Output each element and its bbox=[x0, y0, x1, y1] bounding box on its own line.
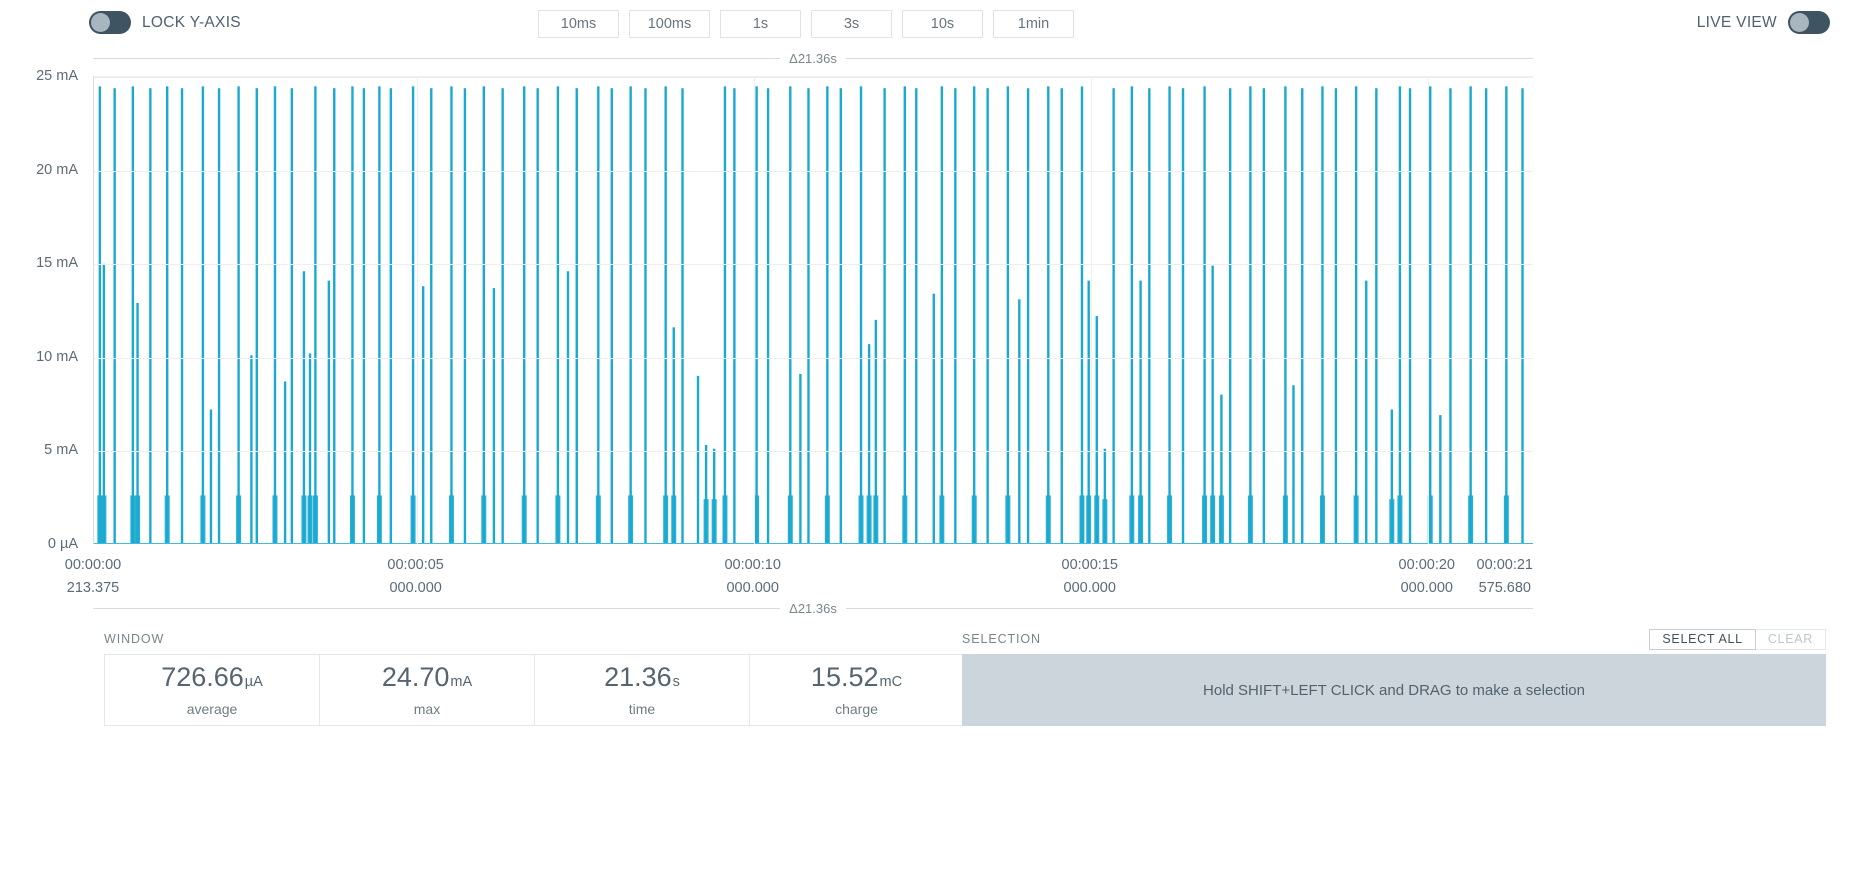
stat-label: max bbox=[413, 700, 441, 717]
current-trace bbox=[97, 86, 1524, 544]
stat-number: 24.70 bbox=[381, 661, 450, 692]
toggle-knob-icon bbox=[91, 13, 110, 32]
x-tick-label: 00:00:05 000.000 bbox=[387, 557, 444, 596]
selection-dropzone[interactable]: Hold SHIFT+LEFT CLICK and DRAG to make a… bbox=[962, 654, 1826, 726]
range-button-1s[interactable]: 1s bbox=[720, 10, 801, 38]
x-gridline bbox=[753, 77, 755, 544]
stat-card-average: 726.66 µA average bbox=[104, 654, 319, 726]
stat-value: 21.36 s bbox=[604, 661, 680, 692]
time-range-button-group: 10ms 100ms 1s 3s 10s 1min bbox=[538, 10, 1074, 38]
stat-card-charge: 15.52 mC charge bbox=[749, 654, 964, 726]
bottom-panels: WINDOW 726.66 µA average 24.70 mA max 21.36 s ti… bbox=[0, 620, 1849, 870]
x-tick-label: 00:00:10 000.000 bbox=[724, 557, 781, 596]
stat-unit: mC bbox=[879, 673, 903, 690]
x-gridline bbox=[1090, 77, 1092, 544]
range-button-10s[interactable]: 10s bbox=[902, 10, 983, 38]
window-title: WINDOW bbox=[104, 632, 165, 646]
y-gridline bbox=[94, 170, 1533, 172]
stat-value: 15.52 mC bbox=[810, 661, 903, 692]
window-header: WINDOW bbox=[104, 628, 966, 650]
selection-title: SELECTION bbox=[962, 632, 1041, 646]
x-tick-label: 00:00:15 000.000 bbox=[1061, 557, 1118, 596]
delta-indicator-top: Δ21.36s bbox=[93, 49, 1533, 67]
lock-y-axis-toggle[interactable] bbox=[89, 11, 131, 34]
delta-bottom-value: Δ21.36s bbox=[789, 600, 837, 616]
x-tick-label: 00:00:00 213.375 bbox=[64, 557, 122, 596]
selection-panel: SELECTION SELECT ALL CLEAR Hold SHIFT+LE… bbox=[962, 628, 1826, 726]
live-view-toggle[interactable] bbox=[1788, 11, 1830, 34]
window-panel: WINDOW 726.66 µA average 24.70 mA max 21.36 s ti… bbox=[104, 628, 966, 726]
stat-number: 726.66 bbox=[161, 661, 244, 692]
stat-value: 726.66 µA bbox=[161, 661, 263, 692]
clear-selection-button: CLEAR bbox=[1755, 628, 1826, 650]
x-tick-label: 00:00:20 000.000 bbox=[1398, 557, 1456, 596]
stat-label: time bbox=[628, 700, 656, 717]
y-tick-label: 20 mA bbox=[36, 161, 78, 178]
stat-number: 21.36 bbox=[604, 661, 672, 692]
x-gridline bbox=[416, 77, 418, 544]
selection-actions: SELECT ALL CLEAR bbox=[1649, 628, 1826, 650]
range-button-3s[interactable]: 3s bbox=[811, 10, 892, 38]
plot-area[interactable] bbox=[93, 76, 1533, 544]
y-tick-label: 15 mA bbox=[36, 255, 78, 272]
selection-header: SELECTION SELECT ALL CLEAR bbox=[962, 628, 1826, 650]
x-axis: 00:00:00 213.375 00:00:05 000.000 00:00:10 00… bbox=[0, 554, 1849, 604]
y-tick-label: 10 mA bbox=[36, 348, 78, 365]
current-chart[interactable]: 0 µA 5 mA 10 mA 15 mA 20 mA 25 mA 00:00:00 213… bbox=[0, 68, 1849, 615]
stat-card-max: 24.70 mA max bbox=[319, 654, 534, 726]
y-gridline bbox=[94, 357, 1533, 359]
y-tick-label: 5 mA bbox=[44, 442, 78, 459]
live-view-label: LIVE VIEW bbox=[1696, 13, 1777, 31]
lock-y-axis-control[interactable]: LOCK Y-AXIS bbox=[89, 11, 241, 34]
y-gridline bbox=[94, 77, 1533, 78]
delta-top-value: Δ21.36s bbox=[789, 50, 837, 66]
y-tick-label: 0 µA bbox=[47, 536, 78, 552]
stat-label: average bbox=[186, 700, 238, 717]
range-button-1min[interactable]: 1min bbox=[993, 10, 1074, 38]
x-gridline bbox=[1427, 77, 1429, 544]
stat-value: 24.70 mA bbox=[381, 661, 473, 692]
stat-card-time: 21.36 s time bbox=[534, 654, 749, 726]
selection-hint-text: Hold SHIFT+LEFT CLICK and DRAG to make a… bbox=[1203, 681, 1585, 699]
delta-rule-left bbox=[93, 57, 781, 59]
stat-unit: µA bbox=[244, 673, 263, 690]
delta-rule-right bbox=[845, 57, 1533, 59]
zero-baseline bbox=[94, 543, 1533, 544]
y-tick-label: 25 mA bbox=[36, 68, 78, 84]
delta-indicator-bottom: Δ21.36s bbox=[93, 599, 1533, 617]
stat-unit: s bbox=[672, 673, 680, 690]
power-profiler-app: LOCK Y-AXIS 10ms 100ms 1s 3s 10s 1min LI… bbox=[0, 0, 1849, 870]
select-all-button[interactable]: SELECT ALL bbox=[1649, 628, 1756, 650]
stat-number: 15.52 bbox=[810, 661, 879, 692]
stat-label: charge bbox=[835, 700, 878, 717]
top-toolbar: LOCK Y-AXIS 10ms 100ms 1s 3s 10s 1min LI… bbox=[0, 0, 1849, 48]
delta-rule-left bbox=[93, 607, 781, 609]
toggle-knob-icon bbox=[1790, 13, 1809, 32]
stat-unit: mA bbox=[450, 673, 473, 690]
y-gridline bbox=[94, 264, 1533, 266]
range-button-10ms[interactable]: 10ms bbox=[538, 10, 619, 38]
y-axis: 0 µA 5 mA 10 mA 15 mA 20 mA 25 mA bbox=[0, 68, 78, 552]
lock-y-axis-label: LOCK Y-AXIS bbox=[142, 13, 241, 31]
range-button-100ms[interactable]: 100ms bbox=[629, 10, 710, 38]
y-gridline bbox=[94, 451, 1533, 453]
live-view-control[interactable]: LIVE VIEW bbox=[1697, 11, 1830, 34]
x-tick-label: 00:00:21 575.680 bbox=[1476, 557, 1533, 596]
delta-rule-right bbox=[845, 607, 1533, 609]
window-stat-cards: 726.66 µA average 24.70 mA max 21.36 s time 15.52… bbox=[104, 654, 966, 726]
